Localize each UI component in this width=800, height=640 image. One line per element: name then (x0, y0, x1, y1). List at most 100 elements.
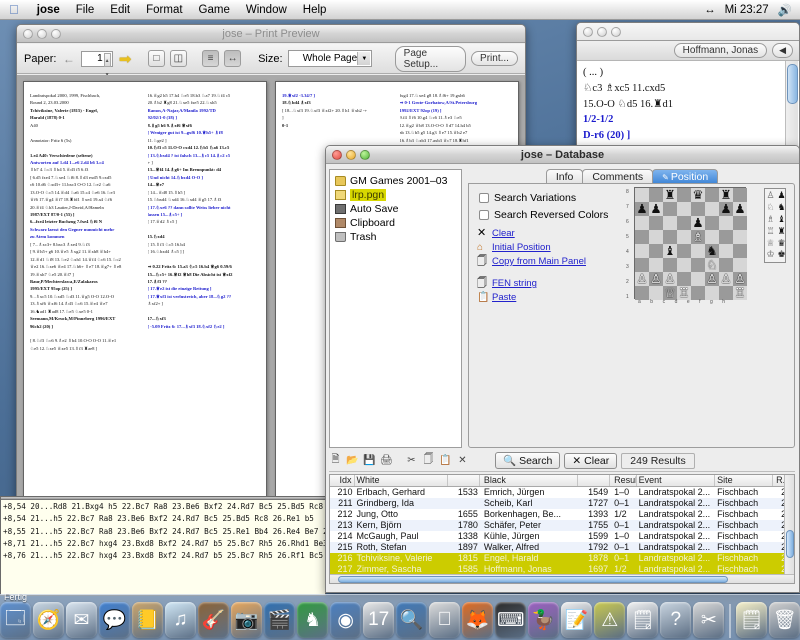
table-vertical-scrollbar[interactable] (784, 475, 794, 574)
initial-position-action[interactable]: ⌂ Initial Position (477, 242, 657, 253)
chevron-down-icon[interactable]: ▼ (357, 52, 371, 65)
page-number-input[interactable]: 1 ▲▼ (81, 50, 113, 78)
table-row[interactable]: 211 Grindberg, Ida Scheib, Karl 1727 0–1 Land… (330, 498, 794, 509)
database-window[interactable]: jose – Database GM Games 2001–03 lrp.pgn A… (325, 145, 800, 593)
tree-item-4[interactable]: Trash (333, 230, 458, 244)
table-row[interactable]: 215 Roth, Stefan 1897 Walker, Alfred 1792 0–1… (330, 542, 794, 553)
dock-icon-imovie[interactable]: 🎬 (264, 602, 296, 638)
tree-item-0[interactable]: GM Games 2001–03 (333, 174, 458, 188)
chess-piece-p[interactable]: ♟ (734, 203, 745, 216)
board-square[interactable]: ♟ (649, 202, 663, 216)
minimize-button[interactable] (597, 26, 607, 37)
minimize-button[interactable] (37, 28, 47, 39)
close-button[interactable] (583, 26, 593, 37)
chess-piece-P[interactable]: ♙ (734, 273, 745, 286)
dock-icon-iphoto[interactable]: 📷 (231, 602, 263, 638)
dock-icon-utilities[interactable]: ✂ (693, 602, 725, 638)
dock-icon-mail[interactable]: ✉ (65, 602, 97, 638)
zoom-button[interactable] (360, 149, 370, 160)
fen-string-link[interactable]: FEN string (492, 278, 537, 289)
board-square[interactable] (733, 244, 747, 258)
board-square[interactable]: ♕ (663, 286, 677, 300)
palette-piece-q[interactable]: ♛ (776, 238, 787, 250)
save-icon[interactable]: 💾 (363, 455, 376, 467)
volume-icon[interactable]: 🔊 (778, 3, 792, 17)
board-square[interactable] (663, 258, 677, 272)
chess-piece-N[interactable]: ♘ (706, 259, 717, 272)
tab-info[interactable]: Info (545, 169, 584, 184)
palette-piece-k[interactable]: ♚ (776, 249, 787, 261)
chess-piece-p[interactable]: ♟ (692, 217, 703, 230)
database-titlebar[interactable]: jose – Database (326, 146, 799, 164)
clear-action[interactable]: ✕ Clear (477, 228, 657, 240)
board-square[interactable] (677, 216, 691, 230)
chessboard[interactable]: ♜ ♛ ♜ ♟ ♟ ♟ ♟ ♟ ♗ ♝ ♞ ♘ ♙ ♙ ♙ ♙ ♙ ♙ ♕ ♖ ♖ (634, 187, 747, 300)
board-square[interactable] (733, 188, 747, 202)
board-square[interactable]: ♟ (691, 216, 705, 230)
chess-piece-R[interactable]: ♖ (734, 287, 745, 300)
dock-icon-help[interactable]: ? (660, 602, 692, 638)
bgwindow-scroll-thumb[interactable] (787, 64, 798, 104)
palette-piece-Q[interactable]: ♕ (765, 238, 776, 250)
page-setup-button[interactable]: Page Setup... (394, 45, 467, 72)
bgwindow-titlebar[interactable] (577, 23, 799, 41)
dock-icon-terminal[interactable]: ⌨ (495, 602, 527, 638)
chess-piece-P[interactable]: ♙ (636, 273, 647, 286)
database-tree[interactable]: GM Games 2001–03 lrp.pgn Auto Save Clipboar… (329, 169, 462, 448)
chess-piece-r[interactable]: ♜ (720, 189, 731, 202)
fit-width-icon[interactable]: ↔ (224, 50, 242, 67)
paste-link[interactable]: Paste (492, 292, 516, 303)
board-square[interactable] (677, 272, 691, 286)
board-square[interactable] (705, 286, 719, 300)
board-square[interactable]: ♙ (649, 272, 663, 286)
board-square[interactable] (691, 286, 705, 300)
dock-icon-trash[interactable]: 🗑 (769, 602, 800, 638)
board-square[interactable] (663, 230, 677, 244)
page-stepper[interactable]: ▲▼ (103, 52, 111, 78)
palette-piece-n[interactable]: ♞ (776, 202, 787, 214)
results-table-body[interactable]: 210 Erlbach, Gerhard 1533 Emrich, Jürgen 154… (330, 487, 794, 583)
dock-icon-address-book[interactable]: 📒 (132, 602, 164, 638)
chess-piece-B[interactable]: ♗ (692, 231, 703, 244)
initial-position-link[interactable]: Initial Position (492, 242, 551, 253)
board-square[interactable] (649, 230, 663, 244)
search-button[interactable]: 🔍 Search (495, 452, 561, 469)
chess-piece-p[interactable]: ♟ (650, 203, 661, 216)
clear-link[interactable]: Clear (492, 228, 515, 239)
board-square[interactable] (733, 230, 747, 244)
table-horizontal-scrollbar[interactable] (330, 574, 794, 583)
piece-palette[interactable]: ♙ ♟ ♘ ♞ ♗ ♝ ♖ ♜ ♕ ♛ ♔ ♚ (764, 188, 787, 264)
board-square[interactable] (677, 202, 691, 216)
dock-icon-finder[interactable]: 🗔 (0, 602, 31, 638)
apple-logo-icon[interactable]:  (0, 3, 29, 16)
palette-piece-N[interactable]: ♘ (765, 202, 776, 214)
table-row[interactable]: 216 Tchiviksine, Valerie 1815 Engel, Harald… (330, 553, 794, 564)
board-square[interactable] (649, 216, 663, 230)
board-square[interactable] (635, 286, 649, 300)
results-table-header[interactable]: IdxWhiteBlackResultEventSiteR... (330, 475, 794, 487)
chess-piece-n[interactable]: ♞ (706, 245, 717, 258)
dock-icon-dvd-player[interactable]: ◉ (330, 602, 362, 638)
clear-button[interactable]: ✕ Clear (564, 452, 618, 469)
chess-piece-p[interactable]: ♟ (636, 203, 647, 216)
dock-icon-gargeband[interactable]: 🎸 (198, 602, 230, 638)
palette-piece-b[interactable]: ♝ (776, 214, 787, 226)
board-square[interactable]: ♜ (663, 188, 677, 202)
table-row[interactable]: 214 McGaugh, Paul 1338 Kühle, Jürgen 1599 1–0… (330, 531, 794, 542)
dock-icon-stickies[interactable]: 🗒 (736, 602, 768, 638)
dock-icon-cyberduck[interactable]: 🦆 (528, 602, 560, 638)
table-row[interactable]: 213 Kern, Björn 1780 Schäfer, Peter 1755 0–1 L… (330, 520, 794, 531)
tree-item-1[interactable]: lrp.pgn (333, 188, 458, 202)
nav-back-button[interactable]: ◀ (772, 43, 793, 58)
board-square[interactable] (677, 230, 691, 244)
palette-piece-r[interactable]: ♜ (776, 226, 787, 238)
board-square[interactable]: ♖ (733, 286, 747, 300)
column-header[interactable]: Idx (330, 475, 355, 486)
search-reversed-colors-checkbox[interactable] (479, 210, 489, 220)
delete-icon[interactable]: ✕ (456, 455, 469, 467)
board-square[interactable] (649, 244, 663, 258)
dock-icon-safari[interactable]: 🧭 (32, 602, 64, 638)
player-name-button[interactable]: Hoffmann, Jonas (673, 43, 768, 58)
chess-piece-b[interactable]: ♝ (664, 245, 675, 258)
close-button[interactable] (332, 149, 342, 160)
